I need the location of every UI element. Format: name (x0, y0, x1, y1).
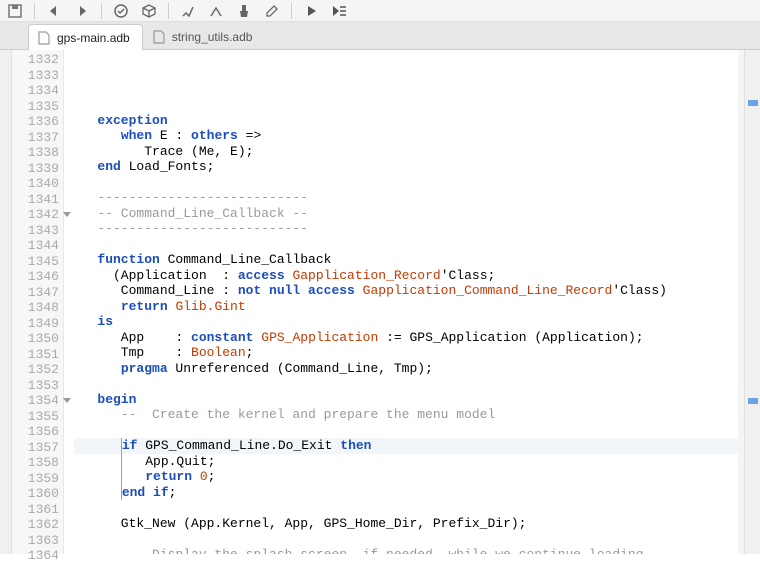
code-line[interactable]: App : constant GPS_Application := GPS_Ap… (74, 330, 744, 346)
code-line[interactable]: exception (74, 113, 744, 129)
code-line[interactable]: -- Display the splash screen, if needed,… (74, 547, 744, 555)
line-number[interactable]: 1353 (12, 378, 63, 394)
tab-string_utils-adb[interactable]: string_utils.adb (143, 23, 266, 49)
code-line[interactable]: return 0; (74, 469, 744, 485)
code-line[interactable]: App.Quit; (74, 454, 744, 470)
ruler-marker[interactable] (748, 398, 758, 404)
code-line[interactable]: end if; (74, 485, 744, 501)
code-line[interactable]: Gtk_New (App.Kernel, App, GPS_Home_Dir, … (74, 516, 744, 532)
code-line[interactable]: Trace (Me, E); (74, 144, 744, 160)
line-number[interactable]: 1351 (12, 347, 63, 363)
save-icon[interactable] (6, 2, 24, 20)
overview-ruler[interactable] (744, 50, 760, 554)
line-number[interactable]: 1346 (12, 269, 63, 285)
code-line[interactable]: return Glib.Gint (74, 299, 744, 315)
code-line[interactable]: -- Create the kernel and prepare the men… (74, 407, 744, 423)
toolbar (0, 0, 760, 22)
line-number[interactable]: 1336 (12, 114, 63, 130)
code-line[interactable]: --------------------------- (74, 221, 744, 237)
line-number[interactable]: 1356 (12, 424, 63, 440)
tab-label: gps-main.adb (57, 31, 130, 45)
code-line[interactable]: pragma Unreferenced (Command_Line, Tmp); (74, 361, 744, 377)
line-number[interactable]: 1363 (12, 533, 63, 549)
line-number[interactable]: 1358 (12, 455, 63, 471)
line-number[interactable]: 1343 (12, 223, 63, 239)
code-area[interactable]: exception when E : others => Trace (Me, … (64, 50, 744, 554)
box-icon[interactable] (140, 2, 158, 20)
line-number[interactable]: 1333 (12, 68, 63, 84)
tab-gps-main-adb[interactable]: gps-main.adb (28, 24, 143, 50)
line-number[interactable]: 1340 (12, 176, 63, 192)
line-number[interactable]: 1357 (12, 440, 63, 456)
code-line[interactable]: -- Command_Line_Callback -- (74, 206, 744, 222)
line-gutter[interactable]: 1332133313341335133613371338133913401341… (12, 50, 64, 554)
line-number[interactable]: 1332 (12, 52, 63, 68)
code-line[interactable] (74, 531, 744, 547)
code-line[interactable] (74, 376, 744, 392)
line-number[interactable]: 1361 (12, 502, 63, 518)
line-number[interactable]: 1362 (12, 517, 63, 533)
line-number[interactable]: 1344 (12, 238, 63, 254)
check-icon[interactable] (112, 2, 130, 20)
code-line[interactable] (74, 175, 744, 191)
line-number[interactable]: 1338 (12, 145, 63, 161)
code-line[interactable] (74, 423, 744, 439)
line-number[interactable]: 1359 (12, 471, 63, 487)
line-number[interactable]: 1349 (12, 316, 63, 332)
line-number[interactable]: 1341 (12, 192, 63, 208)
code-line[interactable] (74, 500, 744, 516)
build-icon[interactable] (179, 2, 197, 20)
clean-icon[interactable] (235, 2, 253, 20)
code-line[interactable]: if GPS_Command_Line.Do_Exit then (74, 438, 744, 454)
line-number[interactable]: 1335 (12, 99, 63, 115)
code-line[interactable]: function Command_Line_Callback (74, 252, 744, 268)
code-line[interactable]: (Application : access Gapplication_Recor… (74, 268, 744, 284)
line-number[interactable]: 1334 (12, 83, 63, 99)
code-line[interactable] (74, 237, 744, 253)
code-line[interactable]: is (74, 314, 744, 330)
back-icon[interactable] (45, 2, 63, 20)
code-line[interactable]: end Load_Fonts; (74, 159, 744, 175)
editor: 1332133313341335133613371338133913401341… (0, 50, 760, 554)
line-number[interactable]: 1347 (12, 285, 63, 301)
code-line[interactable]: Tmp : Boolean; (74, 345, 744, 361)
tab-label: string_utils.adb (172, 30, 253, 44)
run-config-icon[interactable] (330, 2, 348, 20)
line-number[interactable]: 1364 (12, 548, 63, 564)
run-icon[interactable] (302, 2, 320, 20)
code-line[interactable] (74, 97, 744, 113)
code-line[interactable]: when E : others => (74, 128, 744, 144)
line-number[interactable]: 1348 (12, 300, 63, 316)
code-line[interactable]: --------------------------- (74, 190, 744, 206)
line-number[interactable]: 1350 (12, 331, 63, 347)
tab-bar: gps-main.adb string_utils.adb (0, 22, 760, 50)
line-number[interactable]: 1337 (12, 130, 63, 146)
line-number[interactable]: 1342 (12, 207, 63, 223)
code-line[interactable]: begin (74, 392, 744, 408)
line-number[interactable]: 1352 (12, 362, 63, 378)
code-line[interactable]: Command_Line : not null access Gapplicat… (74, 283, 744, 299)
forward-icon[interactable] (73, 2, 91, 20)
line-number[interactable]: 1345 (12, 254, 63, 270)
build2-icon[interactable] (207, 2, 225, 20)
file-icon (152, 30, 166, 44)
line-number[interactable]: 1355 (12, 409, 63, 425)
edit-icon[interactable] (263, 2, 281, 20)
line-number[interactable]: 1354 (12, 393, 63, 409)
line-number[interactable]: 1360 (12, 486, 63, 502)
left-margin (0, 50, 12, 554)
line-number[interactable]: 1339 (12, 161, 63, 177)
file-icon (37, 31, 51, 45)
ruler-marker[interactable] (748, 100, 758, 106)
